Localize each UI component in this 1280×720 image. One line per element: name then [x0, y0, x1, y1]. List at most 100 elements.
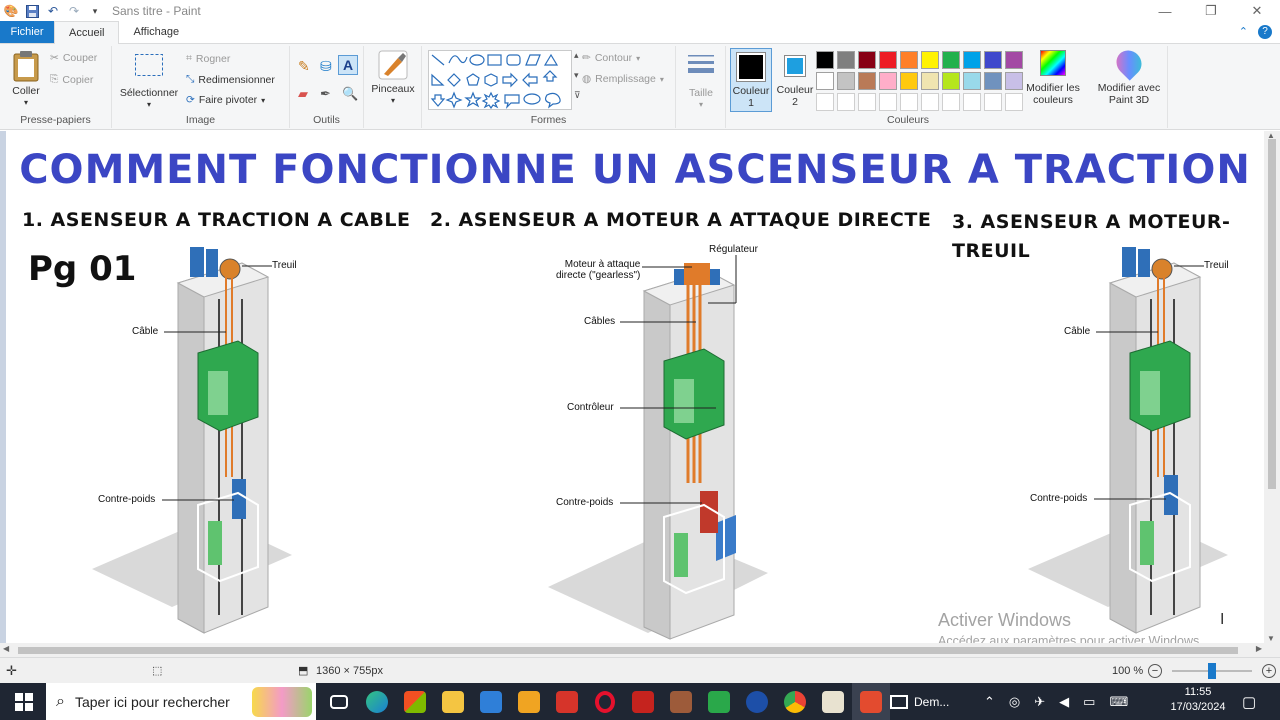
- mail-icon[interactable]: [472, 683, 510, 720]
- start-button[interactable]: [4, 683, 44, 720]
- zoom-out-button[interactable]: −: [1148, 663, 1162, 678]
- color-swatch[interactable]: [963, 72, 981, 90]
- vertical-scrollbar[interactable]: ▲ ▼: [1264, 131, 1280, 643]
- color-swatch[interactable]: [816, 93, 834, 111]
- color-swatch[interactable]: [900, 93, 918, 111]
- eraser-icon[interactable]: ▰: [298, 86, 308, 102]
- outline-button[interactable]: ✏ Contour ▾: [582, 52, 640, 64]
- pencil-icon[interactable]: ✎: [298, 58, 310, 75]
- notifications-icon[interactable]: ▢: [1242, 693, 1256, 711]
- pen-app-icon[interactable]: [662, 683, 700, 720]
- taskbar-search[interactable]: ⌕ Taper ici pour rechercher: [46, 683, 316, 720]
- camtasia-recorder-icon[interactable]: [852, 683, 890, 720]
- color-swatch[interactable]: [963, 93, 981, 111]
- color1-button[interactable]: Couleur 1: [730, 48, 772, 112]
- edit-colors-button[interactable]: Modifier les couleurs: [1022, 50, 1084, 106]
- magnifier-icon[interactable]: 🔍: [342, 86, 358, 102]
- copy-button[interactable]: ⎘ Copier: [50, 73, 93, 86]
- taskbar-running-app[interactable]: Dem...: [890, 694, 949, 709]
- undo-icon[interactable]: ↶: [46, 4, 60, 18]
- color-swatch[interactable]: [942, 93, 960, 111]
- color-swatch[interactable]: [837, 93, 855, 111]
- color2-button[interactable]: Couleur 2: [774, 48, 816, 112]
- zoom-in-button[interactable]: +: [1262, 663, 1276, 678]
- horizontal-scrollbar[interactable]: ◀ ▶: [0, 643, 1280, 657]
- taskbar-clock[interactable]: 11:55 17/03/2024: [1168, 685, 1228, 715]
- maximize-button[interactable]: ❐: [1188, 0, 1234, 22]
- minimize-button[interactable]: —: [1142, 0, 1188, 22]
- shapes-gallery[interactable]: [428, 50, 572, 110]
- crop-button[interactable]: ⌗ Rogner: [186, 52, 230, 65]
- paint-taskbar-icon[interactable]: [814, 683, 852, 720]
- brushes-button[interactable]: Pinceaux ▾: [368, 50, 418, 107]
- task-view-icon[interactable]: [320, 683, 358, 720]
- color-swatch[interactable]: [900, 51, 918, 69]
- tab-file[interactable]: Fichier: [0, 21, 54, 43]
- color-swatch[interactable]: [816, 51, 834, 69]
- microsoft-store-icon[interactable]: [396, 683, 434, 720]
- select-button[interactable]: Sélectionner ▾: [116, 52, 182, 111]
- shapes-expand[interactable]: ⊽: [574, 90, 581, 101]
- color-swatch[interactable]: [984, 72, 1002, 90]
- color-swatch[interactable]: [963, 51, 981, 69]
- camtasia-icon[interactable]: [700, 683, 738, 720]
- color-swatch[interactable]: [942, 72, 960, 90]
- close-button[interactable]: ✕: [1234, 0, 1280, 22]
- tab-view[interactable]: Affichage: [119, 21, 193, 43]
- color-swatch[interactable]: [921, 51, 939, 69]
- color-swatch[interactable]: [879, 72, 897, 90]
- color-swatch[interactable]: [858, 51, 876, 69]
- color-swatch[interactable]: [942, 51, 960, 69]
- paint-app-icon[interactable]: 🎨: [4, 4, 19, 18]
- volume-muted-icon[interactable]: ◀: [1059, 694, 1069, 710]
- bluetooth-icon[interactable]: [738, 683, 776, 720]
- text-tool-icon[interactable]: A: [338, 55, 358, 75]
- battery-icon[interactable]: ▭: [1083, 694, 1095, 710]
- paste-button[interactable]: Coller ▾: [6, 50, 46, 109]
- collapse-ribbon-icon[interactable]: ⌃: [1239, 25, 1248, 39]
- chrome-icon[interactable]: [776, 683, 814, 720]
- color-picker-icon[interactable]: ✒: [320, 86, 331, 102]
- cut-button[interactable]: ✂ Couper: [50, 52, 97, 64]
- color-swatch[interactable]: [1005, 51, 1023, 69]
- redo-icon[interactable]: ↷: [67, 4, 81, 18]
- r-app-icon[interactable]: [510, 683, 548, 720]
- color-swatch[interactable]: [984, 93, 1002, 111]
- fill-button[interactable]: ◍ Remplissage ▾: [582, 73, 664, 85]
- color-swatch[interactable]: [1005, 72, 1023, 90]
- keyboard-icon[interactable]: ⌨: [1109, 694, 1128, 710]
- color-swatch[interactable]: [1005, 93, 1023, 111]
- tab-home[interactable]: Accueil: [54, 21, 120, 44]
- color-swatch[interactable]: [879, 93, 897, 111]
- color-swatch[interactable]: [900, 72, 918, 90]
- red-app-icon[interactable]: [548, 683, 586, 720]
- color-swatch[interactable]: [879, 51, 897, 69]
- shapes-scroll-up[interactable]: ▴: [574, 50, 579, 61]
- file-explorer-icon[interactable]: [434, 683, 472, 720]
- edge-icon[interactable]: [358, 683, 396, 720]
- color-swatch[interactable]: [837, 51, 855, 69]
- color-swatch[interactable]: [984, 51, 1002, 69]
- zoom-slider-thumb[interactable]: [1208, 663, 1216, 679]
- save-icon[interactable]: [25, 4, 39, 18]
- color-swatch[interactable]: [837, 72, 855, 90]
- acrobat-icon[interactable]: [624, 683, 662, 720]
- color-swatch[interactable]: [816, 72, 834, 90]
- rotate-button[interactable]: ⟳ Faire pivoter ▾: [186, 94, 265, 106]
- opera-icon[interactable]: [586, 683, 624, 720]
- resize-button[interactable]: ⤡ Redimensionner: [186, 73, 275, 86]
- shapes-scroll-down[interactable]: ▾: [574, 70, 579, 81]
- color-swatch[interactable]: [921, 93, 939, 111]
- color-swatch[interactable]: [921, 72, 939, 90]
- drawing-canvas[interactable]: COMMENT FONCTIONNE UN ASCENSEUR A TRACTI…: [6, 131, 1264, 643]
- color-swatch[interactable]: [858, 93, 876, 111]
- edit-with-paint3d-button[interactable]: Modifier avec Paint 3D: [1092, 45, 1166, 106]
- tray-app-icon[interactable]: ◎: [1009, 694, 1020, 710]
- color-swatch[interactable]: [858, 72, 876, 90]
- tray-overflow-icon[interactable]: ⌃: [984, 694, 995, 710]
- airplane-mode-icon[interactable]: ✈: [1034, 694, 1045, 710]
- size-button[interactable]: Taille ▾: [680, 52, 722, 111]
- fill-bucket-icon[interactable]: ⛁: [320, 58, 332, 75]
- customize-toolbar-icon[interactable]: ▾: [88, 4, 102, 18]
- help-icon[interactable]: ?: [1258, 25, 1272, 39]
